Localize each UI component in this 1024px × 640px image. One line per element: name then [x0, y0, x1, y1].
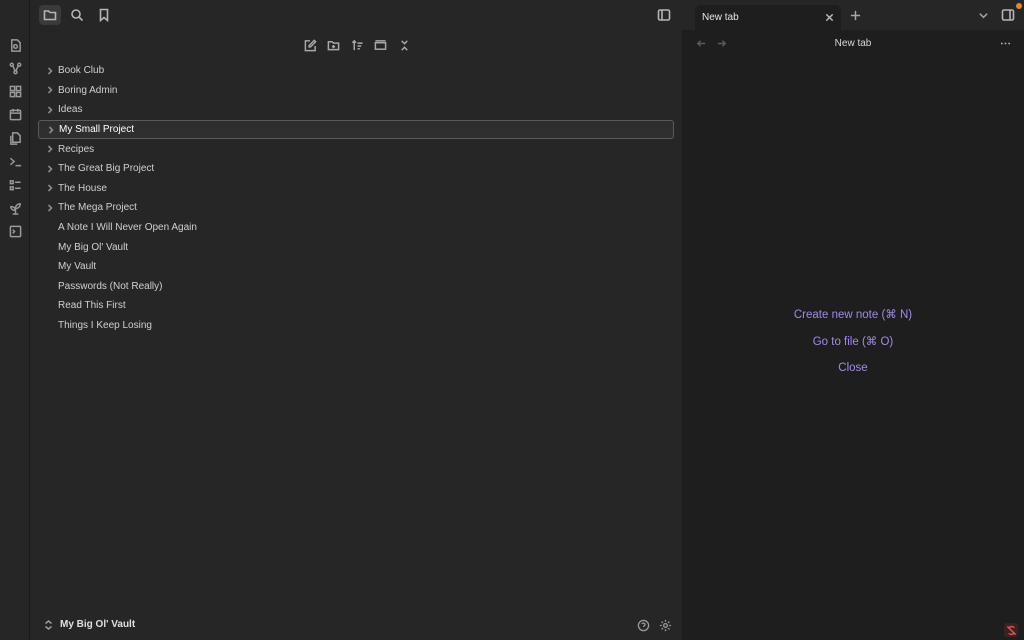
file-label: Things I Keep Losing	[58, 320, 152, 332]
settings-gear-icon[interactable]	[658, 618, 672, 632]
file-label: A Note I Will Never Open Again	[58, 222, 197, 234]
vault-profile-bar: My Big Ol' Vault	[30, 610, 682, 640]
sidebar-tab-header	[30, 0, 682, 30]
main-editor-pane: New tab New tab Create new note (⌘ N) Go…	[682, 0, 1024, 640]
chevron-right-icon	[47, 126, 55, 134]
chevron-right-icon	[46, 106, 54, 114]
collapse-all-icon[interactable]	[395, 36, 413, 54]
view-title: New tab	[834, 38, 872, 49]
close-tab-icon[interactable]	[823, 11, 835, 23]
empty-state-actions: Create new note (⌘ N) Go to file (⌘ O) C…	[682, 306, 1024, 386]
folder-label: Boring Admin	[58, 84, 118, 96]
folder-item-the-mega-project[interactable]: The Mega Project	[38, 198, 674, 218]
chevron-right-icon	[46, 145, 54, 153]
folder-item-the-great-big-project[interactable]: The Great Big Project	[38, 159, 674, 179]
tab-new-tab[interactable]: New tab	[695, 5, 841, 30]
file-item[interactable]: A Note I Will Never Open Again	[38, 218, 674, 238]
folder-label: Recipes	[58, 143, 95, 155]
toggle-right-sidebar-icon[interactable]	[1000, 7, 1016, 23]
left-ribbon	[0, 0, 30, 640]
tab-title: New tab	[702, 12, 739, 23]
plugin-icon[interactable]	[8, 201, 22, 215]
folder-item-ideas[interactable]: Ideas	[38, 100, 674, 120]
file-item[interactable]: My Vault	[38, 257, 674, 277]
templates-icon[interactable]	[8, 131, 22, 145]
toggle-left-sidebar-icon[interactable]	[656, 7, 672, 23]
chevron-up-down-icon	[45, 619, 52, 630]
file-item[interactable]: Read This First	[38, 296, 674, 316]
tab-bar: New tab	[682, 0, 1024, 30]
open-quick-switcher-icon[interactable]	[8, 38, 22, 52]
more-options-icon[interactable]	[998, 36, 1012, 50]
close-tab-link[interactable]: Close	[682, 359, 1024, 386]
folder-item-recipes[interactable]: Recipes	[38, 139, 674, 159]
file-tree: Book Club Boring Admin Ideas My Small Pr…	[38, 61, 674, 335]
sync-disabled-icon[interactable]	[1004, 623, 1018, 637]
search-icon[interactable]	[66, 5, 88, 25]
canvas-icon[interactable]	[8, 84, 22, 98]
file-label: Passwords (Not Really)	[58, 280, 163, 292]
create-new-note-link[interactable]: Create new note (⌘ N)	[682, 306, 1024, 333]
folder-label: Book Club	[58, 65, 105, 77]
terminal-icon[interactable]	[8, 224, 22, 238]
folder-item-my-small-project[interactable]: My Small Project	[38, 119, 674, 140]
view-header: New tab	[682, 30, 1024, 56]
folder-item-the-house[interactable]: The House	[38, 179, 674, 199]
folder-label: The Great Big Project	[58, 163, 155, 175]
file-item[interactable]: My Big Ol' Vault	[38, 237, 674, 257]
go-to-file-link[interactable]: Go to file (⌘ O)	[682, 333, 1024, 360]
folder-item-boring-admin[interactable]: Boring Admin	[38, 81, 674, 101]
help-icon[interactable]	[636, 618, 650, 632]
chevron-right-icon	[46, 67, 54, 75]
update-notification-dot	[1016, 3, 1022, 9]
file-label: My Big Ol' Vault	[58, 241, 129, 253]
vault-name: My Big Ol' Vault	[60, 619, 136, 630]
folder-item-book-club[interactable]: Book Club	[38, 61, 674, 81]
chevron-right-icon	[46, 86, 54, 94]
new-folder-icon[interactable]	[324, 36, 342, 54]
bases-icon[interactable]	[8, 178, 22, 192]
folder-label: My Small Project	[59, 124, 135, 136]
graph-view-icon[interactable]	[8, 61, 22, 75]
chevron-right-icon	[46, 165, 54, 173]
folder-label: The Mega Project	[58, 202, 137, 214]
bookmarks-icon[interactable]	[93, 5, 115, 25]
file-label: My Vault	[58, 261, 97, 273]
file-explorer-actions	[30, 36, 682, 54]
new-note-icon[interactable]	[301, 36, 319, 54]
chevron-right-icon	[46, 204, 54, 212]
file-explorer-sidebar: Book Club Boring Admin Ideas My Small Pr…	[30, 0, 682, 640]
chevron-right-icon	[46, 184, 54, 192]
folder-label: The House	[58, 182, 107, 194]
new-tab-plus-icon[interactable]	[848, 8, 862, 22]
file-item[interactable]: Things I Keep Losing	[38, 316, 674, 336]
files-icon[interactable]	[39, 5, 61, 25]
vault-switcher[interactable]: My Big Ol' Vault	[44, 619, 135, 630]
tab-list-chevron-down-icon[interactable]	[976, 8, 990, 22]
command-palette-icon[interactable]	[8, 154, 22, 168]
sort-icon[interactable]	[348, 36, 366, 54]
file-item[interactable]: Passwords (Not Really)	[38, 277, 674, 297]
folder-label: Ideas	[58, 104, 83, 116]
file-label: Read This First	[58, 300, 126, 312]
auto-reveal-icon[interactable]	[371, 36, 389, 54]
daily-note-icon[interactable]	[8, 107, 22, 121]
